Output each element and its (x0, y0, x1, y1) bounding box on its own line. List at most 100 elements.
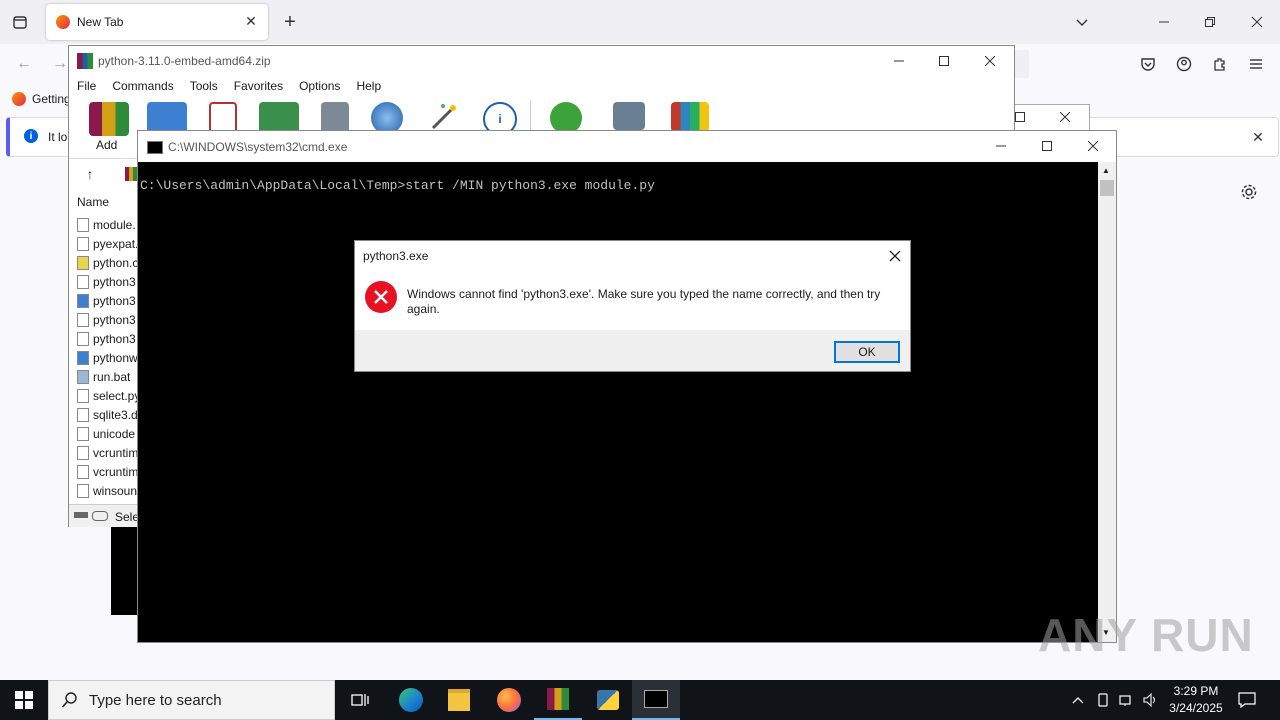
file-icon (77, 217, 89, 232)
show-hidden-icons-chevron-icon[interactable] (1068, 690, 1088, 710)
comment-icon[interactable] (613, 102, 645, 130)
file-icon (77, 236, 89, 251)
settings-gear-icon[interactable] (1238, 181, 1260, 203)
minimize-icon[interactable] (889, 52, 909, 70)
new-tab-icon[interactable]: + (278, 10, 302, 34)
add-archive-icon[interactable] (89, 102, 129, 136)
clock-date: 3/24/2025 (1169, 701, 1223, 715)
console-icon (147, 141, 163, 154)
file-row[interactable]: module. (77, 215, 139, 234)
dll-file-icon (77, 274, 89, 289)
file-row[interactable]: python3 (77, 310, 139, 329)
file-row[interactable]: pythonw (77, 348, 139, 367)
dll-file-icon (77, 464, 89, 479)
sfx-box-icon[interactable] (671, 102, 709, 132)
network-icon[interactable] (1117, 690, 1137, 710)
close-icon[interactable] (885, 246, 905, 266)
firefox-taskbar-icon[interactable] (485, 680, 533, 720)
file-name: python3 (93, 331, 136, 346)
bookmark-getting-started[interactable]: Getting (32, 92, 71, 106)
ok-button[interactable]: OK (834, 341, 900, 363)
dll-file-icon (77, 331, 89, 346)
file-icon (77, 388, 89, 403)
console-command-line: C:\Users\admin\AppData\Local\Temp>start … (140, 178, 655, 193)
dialog-title: python3.exe (363, 249, 429, 263)
file-row[interactable]: winsoun (77, 481, 139, 500)
file-name: python.c (93, 255, 139, 270)
menu-options[interactable]: Options (291, 76, 348, 96)
clock-time: 3:29 PM (1173, 684, 1219, 698)
windows-logo-icon (15, 691, 33, 709)
file-row[interactable]: vcruntim (77, 462, 139, 481)
file-icon (77, 483, 89, 498)
extensions-icon[interactable] (1208, 52, 1232, 76)
archive-icon (125, 167, 137, 181)
winrar-icon (77, 53, 93, 69)
edge-icon[interactable] (387, 680, 435, 720)
maximize-icon[interactable] (1013, 109, 1027, 125)
close-notification-icon[interactable]: ✕ (1248, 127, 1268, 147)
add-label[interactable]: Add (96, 138, 117, 152)
file-name: run.bat (93, 369, 131, 384)
close-icon[interactable] (1083, 137, 1103, 155)
browser-tab[interactable]: New Tab ✕ (46, 4, 268, 40)
task-view-icon[interactable] (336, 680, 384, 720)
file-row[interactable]: python.c (77, 253, 139, 272)
file-explorer-icon[interactable] (435, 680, 483, 720)
maximize-icon[interactable] (934, 52, 954, 70)
file-row[interactable]: python3 (77, 329, 139, 348)
maximize-icon[interactable] (1037, 137, 1057, 155)
account-icon[interactable] (1172, 52, 1196, 76)
cmd-taskbar-icon[interactable] (632, 680, 680, 720)
back-icon[interactable]: ← (12, 52, 36, 76)
close-icon[interactable] (1245, 10, 1269, 34)
menu-favorites[interactable]: Favorites (226, 76, 291, 96)
file-name: winsoun (93, 483, 138, 498)
volume-icon[interactable] (1141, 690, 1161, 710)
anyrun-watermark: ANY RUN (1038, 609, 1254, 661)
menu-help[interactable]: Help (348, 76, 389, 96)
file-row[interactable]: run.bat (77, 367, 139, 386)
tab-list-icon[interactable] (8, 10, 32, 34)
file-row[interactable]: python3 (77, 291, 139, 310)
taskbar-search-box[interactable]: Type here to search (48, 680, 335, 720)
file-row[interactable]: select.py (77, 386, 139, 405)
winrar-taskbar-icon[interactable] (534, 680, 582, 720)
minimize-icon[interactable] (991, 137, 1011, 155)
vertical-scrollbar[interactable]: ▲ ▼ (1098, 162, 1116, 642)
file-row[interactable]: unicode (77, 424, 139, 443)
python-installer-icon[interactable] (584, 680, 632, 720)
file-row[interactable]: vcruntim (77, 443, 139, 462)
menu-tools[interactable]: Tools (182, 76, 226, 96)
close-icon[interactable] (980, 52, 1000, 70)
notification-center-icon[interactable] (1236, 689, 1258, 711)
menu-icon[interactable] (1244, 52, 1268, 76)
exe-file-icon (77, 293, 89, 308)
menu-commands[interactable]: Commands (104, 76, 181, 96)
device-icon[interactable] (1093, 690, 1113, 710)
exe-file-icon (77, 350, 89, 365)
menu-file[interactable]: File (69, 76, 104, 96)
chevron-down-icon[interactable] (1070, 10, 1094, 34)
minimize-icon[interactable] (1152, 10, 1176, 34)
file-icon (77, 426, 89, 441)
close-tab-icon[interactable]: ✕ (242, 12, 260, 30)
file-row[interactable]: pyexpat. (77, 234, 139, 253)
start-button[interactable] (0, 680, 48, 720)
close-icon[interactable] (1057, 109, 1073, 125)
restore-icon[interactable] (1198, 10, 1222, 34)
system-clock[interactable]: 3:29 PM 3/24/2025 (1162, 683, 1230, 717)
console-output[interactable]: C:\Users\admin\AppData\Local\Temp>start … (138, 162, 1098, 642)
wizard-wand-icon[interactable] (427, 102, 459, 132)
file-row[interactable]: python3 (77, 272, 139, 291)
column-header-name[interactable]: Name (77, 195, 109, 209)
error-icon (365, 281, 397, 313)
scroll-up-icon[interactable]: ▲ (1102, 166, 1110, 175)
scroll-thumb[interactable] (1100, 180, 1114, 196)
pocket-icon[interactable] (1136, 52, 1160, 76)
search-icon (61, 691, 79, 709)
file-row[interactable]: sqlite3.d (77, 405, 139, 424)
up-arrow-icon[interactable]: ↑ (81, 165, 99, 183)
winrar-title: python-3.11.0-embed-amd64.zip (98, 54, 271, 68)
file-icon (77, 312, 89, 327)
